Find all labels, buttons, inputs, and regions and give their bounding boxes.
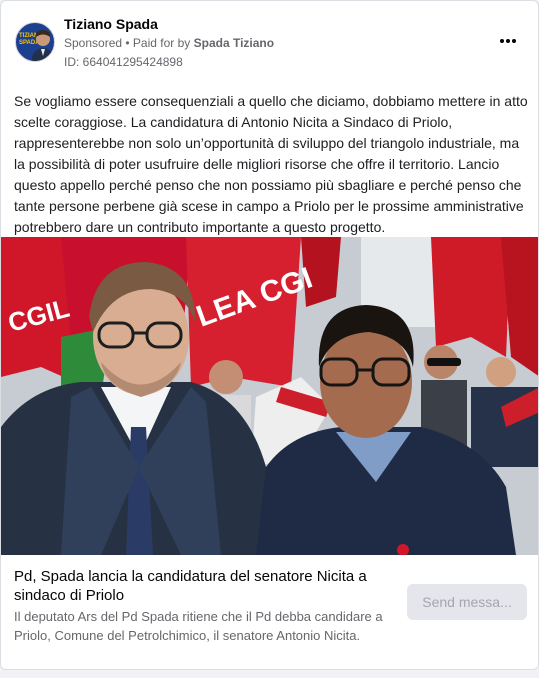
ad-id: ID: 664041295424898 (64, 55, 183, 69)
ad-post-card: TIZIANO SPADA Tiziano Spada Sponsored • … (0, 0, 539, 670)
post-photo[interactable]: CGIL LEA CGI (1, 237, 538, 555)
link-preview[interactable]: Pd, Spada lancia la candidatura del sena… (1, 555, 538, 669)
post-text: Se vogliamo essere consequenziali a quel… (14, 93, 528, 235)
avatar-portrait (31, 30, 54, 61)
sponsored-line: Sponsored • Paid for by Spada Tiziano (64, 36, 274, 50)
link-headline[interactable]: Pd, Spada lancia la candidatura del sena… (14, 567, 399, 605)
post-header: TIZIANO SPADA Tiziano Spada Sponsored • … (1, 1, 538, 79)
paid-prefix: • Paid for by (122, 36, 194, 50)
more-options-button[interactable] (497, 31, 519, 51)
photo-illustration: CGIL LEA CGI (1, 237, 538, 555)
paid-by-name[interactable]: Spada Tiziano (194, 36, 274, 50)
link-description: Il deputato Ars del Pd Spada ritiene che… (14, 609, 383, 643)
author-name[interactable]: Tiziano Spada (64, 16, 158, 32)
sponsored-label: Sponsored (64, 36, 123, 50)
send-message-button[interactable]: Send messa... (407, 584, 527, 620)
avatar[interactable]: TIZIANO SPADA (15, 22, 55, 62)
more-horizontal-icon (499, 39, 517, 43)
